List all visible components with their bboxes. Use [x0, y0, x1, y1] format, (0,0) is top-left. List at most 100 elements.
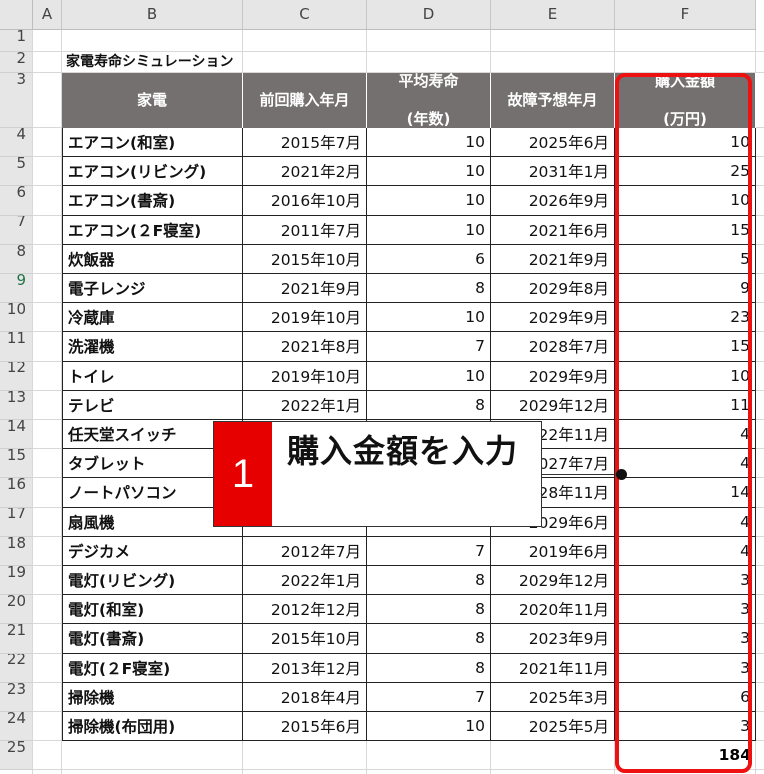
table-cell-appliance-name[interactable]: 電子レンジ — [62, 274, 243, 304]
table-cell-appliance-name[interactable]: エアコン(書斎) — [62, 186, 243, 216]
row-header-5[interactable]: 5 — [0, 157, 33, 187]
row-header-20[interactable]: 20 — [0, 595, 33, 625]
table-cell-appliance-name[interactable]: テレビ — [62, 390, 243, 420]
table-cell-average-lifespan[interactable]: 8 — [367, 390, 491, 420]
table-header-4[interactable]: 故障予想年月 — [491, 73, 615, 128]
row-header-6[interactable]: 6 — [0, 186, 33, 216]
table-cell-last-purchase-date[interactable]: 2022年1月 — [243, 390, 367, 420]
row-header-24[interactable]: 24 — [0, 712, 33, 742]
row-header-1[interactable]: 1 — [0, 30, 33, 52]
table-cell-last-purchase-date[interactable]: 2021年9月 — [243, 274, 367, 304]
table-cell-expected-failure-date[interactable]: 2029年12月 — [491, 566, 615, 596]
table-cell-expected-failure-date[interactable]: 2029年8月 — [491, 274, 615, 304]
table-cell-last-purchase-date[interactable]: 2013年12月 — [243, 653, 367, 683]
table-cell-expected-failure-date[interactable]: 2026年9月 — [491, 186, 615, 216]
row-header-4[interactable]: 4 — [0, 128, 33, 158]
row-header-16[interactable]: 16 — [0, 478, 33, 508]
column-header-e[interactable]: E — [491, 0, 615, 30]
row-header-9[interactable]: 9 — [0, 274, 33, 304]
table-header-2[interactable]: 前回購入年月 — [243, 73, 367, 128]
table-cell-average-lifespan[interactable]: 8 — [367, 653, 491, 683]
table-cell-appliance-name[interactable]: 電灯(和室) — [62, 595, 243, 625]
table-cell-expected-failure-date[interactable]: 2031年1月 — [491, 157, 615, 187]
row-header-2[interactable]: 2 — [0, 52, 33, 73]
table-cell-appliance-name[interactable]: エアコン(リビング) — [62, 157, 243, 187]
table-cell-expected-failure-date[interactable]: 2029年12月 — [491, 390, 615, 420]
column-header-a[interactable]: A — [33, 0, 62, 30]
table-header-1[interactable]: 家電 — [62, 73, 243, 128]
row-header-8[interactable]: 8 — [0, 244, 33, 274]
table-cell-last-purchase-date[interactable]: 2019年10月 — [243, 361, 367, 391]
table-cell-appliance-name[interactable]: 電灯(リビング) — [62, 566, 243, 596]
table-cell-appliance-name[interactable]: エアコン(和室) — [62, 128, 243, 158]
table-cell-last-purchase-date[interactable]: 2015年10月 — [243, 624, 367, 654]
row-header-13[interactable]: 13 — [0, 390, 33, 420]
table-header-3[interactable]: 平均寿命 (年数) — [367, 73, 491, 128]
column-header-b[interactable]: B — [62, 0, 243, 30]
table-cell-expected-failure-date[interactable]: 2023年9月 — [491, 624, 615, 654]
table-cell-appliance-name[interactable]: 電灯(２F寝室) — [62, 653, 243, 683]
table-cell-expected-failure-date[interactable]: 2021年6月 — [491, 215, 615, 245]
row-header-18[interactable]: 18 — [0, 536, 33, 566]
table-cell-appliance-name[interactable]: デジカメ — [62, 536, 243, 566]
column-header-c[interactable]: C — [243, 0, 367, 30]
row-header-25[interactable]: 25 — [0, 741, 33, 771]
table-cell-expected-failure-date[interactable]: 2029年9月 — [491, 303, 615, 333]
row-header-17[interactable]: 17 — [0, 507, 33, 537]
table-cell-average-lifespan[interactable]: 10 — [367, 361, 491, 391]
table-cell-average-lifespan[interactable]: 8 — [367, 624, 491, 654]
table-cell-appliance-name[interactable]: 炊飯器 — [62, 244, 243, 274]
row-header-15[interactable]: 15 — [0, 449, 33, 479]
table-cell-average-lifespan[interactable]: 8 — [367, 274, 491, 304]
table-cell-last-purchase-date[interactable]: 2015年6月 — [243, 712, 367, 742]
row-header-14[interactable]: 14 — [0, 420, 33, 450]
table-cell-last-purchase-date[interactable]: 2015年7月 — [243, 128, 367, 158]
table-cell-average-lifespan[interactable]: 8 — [367, 566, 491, 596]
column-header-f[interactable]: F — [615, 0, 756, 30]
table-cell-last-purchase-date[interactable]: 2021年8月 — [243, 332, 367, 362]
row-header-22[interactable]: 22 — [0, 653, 33, 683]
row-header-3[interactable]: 3 — [0, 73, 33, 128]
row-header-21[interactable]: 21 — [0, 624, 33, 654]
table-cell-last-purchase-date[interactable]: 2012年7月 — [243, 536, 367, 566]
table-cell-appliance-name[interactable]: 掃除機 — [62, 682, 243, 712]
table-cell-appliance-name[interactable]: 洗濯機 — [62, 332, 243, 362]
table-cell-last-purchase-date[interactable]: 2012年12月 — [243, 595, 367, 625]
table-cell-last-purchase-date[interactable]: 2021年2月 — [243, 157, 367, 187]
table-cell-appliance-name[interactable]: 冷蔵庫 — [62, 303, 243, 333]
row-header-12[interactable]: 12 — [0, 361, 33, 391]
table-cell-average-lifespan[interactable]: 6 — [367, 244, 491, 274]
row-header-11[interactable]: 11 — [0, 332, 33, 362]
select-all-corner[interactable] — [0, 0, 33, 30]
table-cell-expected-failure-date[interactable]: 2025年5月 — [491, 712, 615, 742]
table-cell-average-lifespan[interactable]: 7 — [367, 332, 491, 362]
table-cell-average-lifespan[interactable]: 10 — [367, 157, 491, 187]
table-cell-average-lifespan[interactable]: 8 — [367, 595, 491, 625]
table-cell-last-purchase-date[interactable]: 2018年4月 — [243, 682, 367, 712]
table-cell-expected-failure-date[interactable]: 2028年7月 — [491, 332, 615, 362]
table-cell-average-lifespan[interactable]: 10 — [367, 303, 491, 333]
table-cell-average-lifespan[interactable]: 7 — [367, 682, 491, 712]
table-cell-expected-failure-date[interactable]: 2025年6月 — [491, 128, 615, 158]
table-cell-expected-failure-date[interactable]: 2021年11月 — [491, 653, 615, 683]
table-cell-last-purchase-date[interactable]: 2011年7月 — [243, 215, 367, 245]
table-cell-average-lifespan[interactable]: 10 — [367, 712, 491, 742]
table-cell-average-lifespan[interactable]: 10 — [367, 215, 491, 245]
table-cell-average-lifespan[interactable]: 10 — [367, 186, 491, 216]
table-cell-last-purchase-date[interactable]: 2019年10月 — [243, 303, 367, 333]
row-header-7[interactable]: 7 — [0, 215, 33, 245]
table-cell-expected-failure-date[interactable]: 2019年6月 — [491, 536, 615, 566]
table-cell-expected-failure-date[interactable]: 2029年9月 — [491, 361, 615, 391]
table-cell-appliance-name[interactable]: エアコン(２F寝室) — [62, 215, 243, 245]
row-header-23[interactable]: 23 — [0, 682, 33, 712]
row-header-19[interactable]: 19 — [0, 566, 33, 596]
table-cell-last-purchase-date[interactable]: 2016年10月 — [243, 186, 367, 216]
table-cell-appliance-name[interactable]: 掃除機(布団用) — [62, 712, 243, 742]
table-cell-last-purchase-date[interactable]: 2015年10月 — [243, 244, 367, 274]
table-cell-appliance-name[interactable]: トイレ — [62, 361, 243, 391]
table-cell-appliance-name[interactable]: 電灯(書斎) — [62, 624, 243, 654]
row-header-10[interactable]: 10 — [0, 303, 33, 333]
table-cell-last-purchase-date[interactable]: 2022年1月 — [243, 566, 367, 596]
table-cell-expected-failure-date[interactable]: 2021年9月 — [491, 244, 615, 274]
table-cell-expected-failure-date[interactable]: 2025年3月 — [491, 682, 615, 712]
